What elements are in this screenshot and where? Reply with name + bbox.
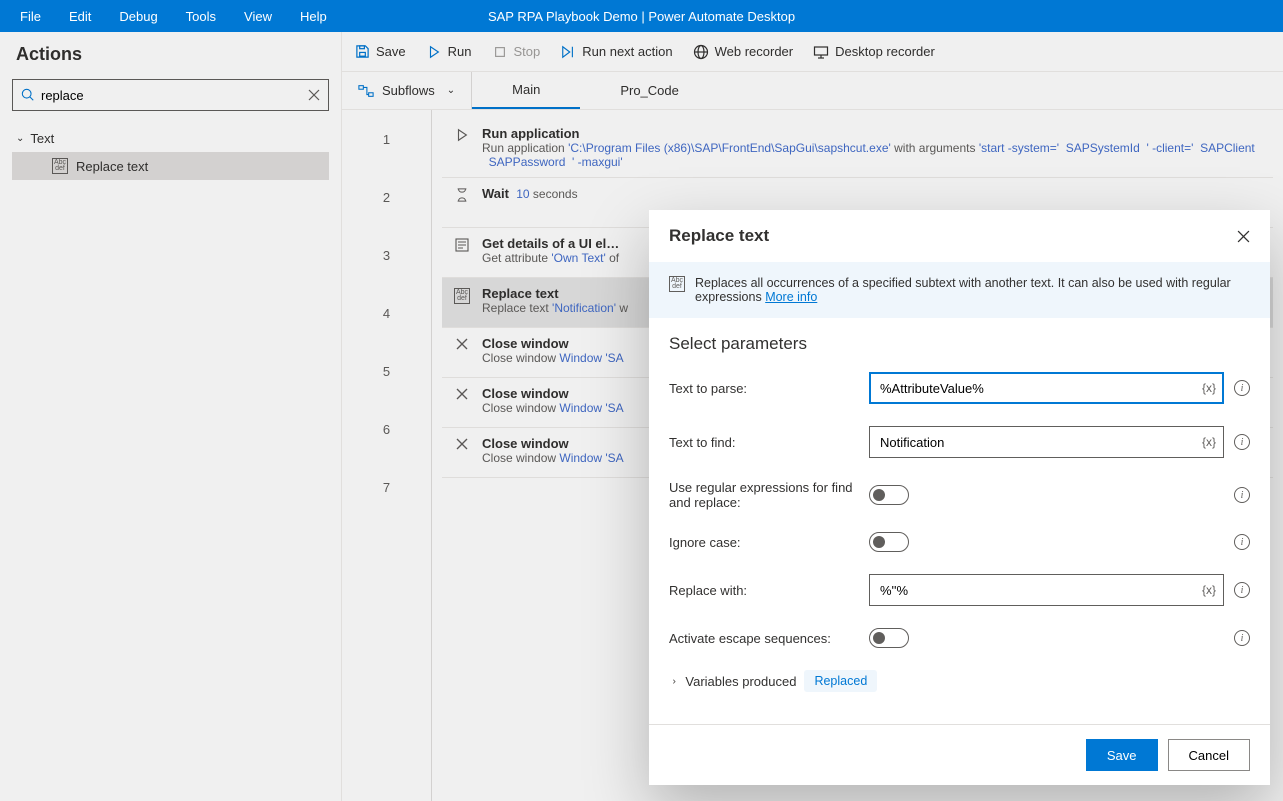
input-text-to-parse[interactable] xyxy=(869,372,1224,404)
web-recorder-button[interactable]: Web recorder xyxy=(693,44,794,60)
step-number: 5 xyxy=(342,342,431,400)
save-icon xyxy=(354,44,370,60)
toolbar: Save Run Stop Run next action xyxy=(342,32,1283,72)
save-button[interactable]: Save xyxy=(354,44,406,60)
variable-picker-icon[interactable]: {x} xyxy=(1202,381,1216,395)
menu-bar: File Edit Debug Tools View Help SAP RPA … xyxy=(0,0,1283,32)
toggle-escape-seq[interactable] xyxy=(869,628,909,648)
close-icon xyxy=(452,436,472,450)
step-run-application[interactable]: Run application Run application 'C:\Prog… xyxy=(442,118,1273,178)
desktop-recorder-button[interactable]: Desktop recorder xyxy=(813,44,935,60)
run-next-button[interactable]: Run next action xyxy=(560,44,672,60)
step-gutter: 1 2 3 4 5 6 7 xyxy=(342,110,432,801)
subflows-icon xyxy=(358,84,374,98)
info-icon[interactable]: i xyxy=(1234,380,1250,396)
menu-file[interactable]: File xyxy=(8,3,53,30)
actions-title: Actions xyxy=(12,44,329,65)
tab-bar: Subflows ⌄ Main Pro_Code xyxy=(342,72,1283,110)
toggle-ignore-case[interactable] xyxy=(869,532,909,552)
actions-panel: Actions ⌄ Text Abcdef Replace text xyxy=(0,32,342,801)
step-number: 1 xyxy=(342,110,431,168)
menu-view[interactable]: View xyxy=(232,3,284,30)
dialog-info: Abcdef Replaces all occurrences of a spe… xyxy=(649,262,1270,318)
chevron-right-icon: ⌄ xyxy=(668,677,679,685)
close-dialog-button[interactable] xyxy=(1237,230,1250,243)
web-recorder-icon xyxy=(693,44,709,60)
cancel-button[interactable]: Cancel xyxy=(1168,739,1250,771)
label-text-to-parse: Text to parse: xyxy=(669,381,859,396)
tab-main[interactable]: Main xyxy=(472,72,580,109)
replace-text-dialog: Replace text Abcdef Replaces all occurre… xyxy=(649,210,1270,785)
variable-picker-icon[interactable]: {x} xyxy=(1202,583,1216,597)
close-icon xyxy=(452,336,472,350)
variable-picker-icon[interactable]: {x} xyxy=(1202,435,1216,449)
replace-text-icon: Abcdef xyxy=(669,276,685,292)
label-ignore-case: Ignore case: xyxy=(669,535,859,550)
tab-procode[interactable]: Pro_Code xyxy=(580,72,719,109)
step-number: 2 xyxy=(342,168,431,226)
tree-group-label: Text xyxy=(30,131,54,146)
menu-tools[interactable]: Tools xyxy=(174,3,228,30)
dialog-title: Replace text xyxy=(669,226,769,246)
more-info-link[interactable]: More info xyxy=(765,290,817,304)
menu-edit[interactable]: Edit xyxy=(57,3,103,30)
info-icon[interactable]: i xyxy=(1234,487,1250,503)
play-icon xyxy=(452,126,472,142)
label-text-to-find: Text to find: xyxy=(669,435,859,450)
clear-search-icon[interactable] xyxy=(308,89,320,101)
stop-button: Stop xyxy=(492,44,541,60)
save-button[interactable]: Save xyxy=(1086,739,1158,771)
chevron-down-icon: ⌄ xyxy=(447,85,455,96)
input-text-to-find[interactable] xyxy=(869,426,1224,458)
search-box[interactable] xyxy=(12,79,329,111)
action-replace-text[interactable]: Abcdef Replace text xyxy=(12,152,329,180)
subflows-dropdown[interactable]: Subflows ⌄ xyxy=(342,72,472,109)
close-icon xyxy=(452,386,472,400)
step-number: 3 xyxy=(342,226,431,284)
label-escape-seq: Activate escape sequences: xyxy=(669,631,859,646)
variables-produced[interactable]: ⌄ Variables produced Replaced xyxy=(669,670,1250,692)
info-icon[interactable]: i xyxy=(1234,434,1250,450)
info-icon[interactable]: i xyxy=(1234,534,1250,550)
stop-icon xyxy=(492,44,508,60)
tree-group-text[interactable]: ⌄ Text xyxy=(12,125,329,152)
input-replace-with[interactable] xyxy=(869,574,1224,606)
run-next-icon xyxy=(560,44,576,60)
desktop-recorder-icon xyxy=(813,44,829,60)
search-input[interactable] xyxy=(41,88,308,103)
form-icon xyxy=(452,236,472,252)
menu-debug[interactable]: Debug xyxy=(107,3,169,30)
replace-text-icon: Abcdef xyxy=(52,158,68,174)
tree-item-label: Replace text xyxy=(76,159,148,174)
search-icon xyxy=(21,88,35,102)
step-number: 6 xyxy=(342,400,431,458)
run-icon xyxy=(426,44,442,60)
menu-items: File Edit Debug Tools View Help xyxy=(8,3,339,30)
info-icon[interactable]: i xyxy=(1234,630,1250,646)
section-title: Select parameters xyxy=(669,334,1250,354)
label-use-regex: Use regular expressions for find and rep… xyxy=(669,480,859,510)
chevron-down-icon: ⌄ xyxy=(16,133,24,144)
label-replace-with: Replace with: xyxy=(669,583,859,598)
step-number: 4 xyxy=(342,284,431,342)
info-icon[interactable]: i xyxy=(1234,582,1250,598)
window-title: SAP RPA Playbook Demo | Power Automate D… xyxy=(488,9,795,24)
toggle-use-regex[interactable] xyxy=(869,485,909,505)
menu-help[interactable]: Help xyxy=(288,3,339,30)
step-number: 7 xyxy=(342,458,431,516)
run-button[interactable]: Run xyxy=(426,44,472,60)
replace-text-icon: Abcdef xyxy=(452,286,472,304)
hourglass-icon xyxy=(452,186,472,202)
variable-pill[interactable]: Replaced xyxy=(804,670,877,692)
